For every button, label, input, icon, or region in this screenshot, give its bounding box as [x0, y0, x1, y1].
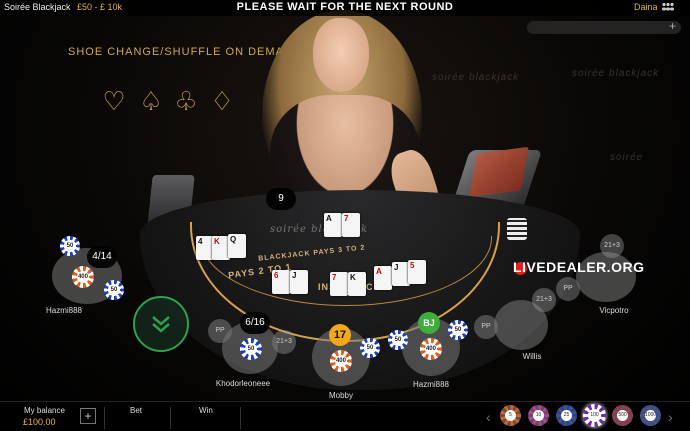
divider [104, 407, 105, 429]
seat-1-count: 4/14 [87, 246, 117, 268]
watermark: LIVEDEALER.ORG [513, 259, 645, 275]
seat-5-21plus3[interactable]: 21+3 [532, 288, 556, 312]
wall-brand-logo-right: soirée blackjack [572, 68, 660, 79]
bet-label: Bet [130, 406, 143, 415]
heart-suit-icon: ♡ [102, 86, 126, 116]
dealer-card: 7 [342, 213, 360, 237]
player-card: A [374, 266, 392, 290]
seat-2-count: 6/16 [240, 312, 270, 334]
chat-input[interactable]: + [527, 19, 681, 34]
top-bar: Soirée Blackjack £50 - £ 10k PLEASE WAIT… [0, 0, 690, 16]
player-card: 6 [272, 270, 290, 294]
wall-brand-logo-small: soirée [610, 152, 644, 163]
sidebet-chip: 50 [448, 320, 468, 340]
chip-25-button[interactable]: 25 [556, 405, 577, 426]
chip-5-button[interactable]: 5 [500, 405, 521, 426]
card-shoe-deck [469, 146, 529, 198]
pp-chip: 50 [388, 330, 408, 350]
main-bet-chip: 50 [240, 338, 262, 360]
balance-value: £100.00 [23, 417, 56, 427]
win-label: Win [199, 406, 213, 415]
chip-500-button[interactable]: 500 [612, 405, 633, 426]
spade-suit-icon: ♤ [139, 86, 163, 116]
player-card: 7 [330, 272, 348, 296]
seat-4-name: Hazmi888 [412, 380, 449, 389]
chip-next-arrow-icon[interactable]: › [668, 409, 673, 425]
seat-1-name: Hazmi888 [45, 306, 82, 315]
divider [170, 407, 171, 429]
expand-button[interactable] [133, 296, 189, 352]
seat-2-name: Khodorleoneee [215, 379, 271, 388]
seat-3-score: 17 [329, 324, 351, 346]
dealer-face [313, 18, 369, 92]
seat-5-name: Willis [522, 352, 542, 361]
club-suit-icon: ♧ [174, 86, 198, 116]
bottom-bar: My balance £100.00 + Bet Win ‹ 5 10 25 1… [0, 401, 690, 431]
seat-6-21plus3[interactable]: 21+3 [600, 234, 624, 258]
round-status: PLEASE WAIT FOR THE NEXT ROUND [236, 1, 454, 13]
shoe-change-sign: SHOE CHANGE/SHUFFLE ON DEMAND [68, 46, 302, 58]
game-stage: SHOE CHANGE/SHUFFLE ON DEMAND ♡ ♤ ♧ ♢ so… [0, 0, 690, 431]
wall-brand-logo: soirée blackjack [432, 72, 520, 83]
double-chevron-down-icon [152, 316, 170, 333]
divider [240, 407, 241, 429]
main-bet-chip: 400 [420, 338, 442, 360]
player-card: Q [228, 234, 246, 258]
diamond-suit-icon: ♢ [210, 86, 234, 116]
dealer-card: A [324, 213, 342, 237]
dealer-count-badge: 9 [266, 188, 296, 210]
seat-3-name: Mobby [328, 391, 353, 400]
sidebet-chip: 50 [360, 338, 380, 358]
main-bet-chip: 400 [330, 350, 352, 372]
player-card: J [290, 270, 308, 294]
player-card: 5 [408, 260, 426, 284]
players-menu-icon[interactable] [661, 2, 675, 12]
chip-100-button[interactable]: 100 [583, 404, 606, 427]
chip-prev-arrow-icon[interactable]: ‹ [486, 409, 491, 425]
deposit-button[interactable]: + [80, 408, 96, 424]
sidebet-chip: 50 [104, 280, 124, 300]
seat-4-score: BJ [418, 312, 440, 334]
username: Daina [634, 2, 658, 12]
player-card: K [348, 272, 366, 296]
seat-6-name: Vicpotro [599, 306, 629, 315]
chip-rack [507, 218, 527, 240]
chip-1000-button[interactable]: 1000 [640, 405, 661, 426]
pp-chip: 50 [60, 236, 80, 256]
chat-plus-icon[interactable]: + [669, 19, 676, 33]
chip-10-button[interactable]: 10 [528, 405, 549, 426]
main-bet-chip: 400 [72, 266, 94, 288]
balance-label: My balance [24, 406, 65, 415]
